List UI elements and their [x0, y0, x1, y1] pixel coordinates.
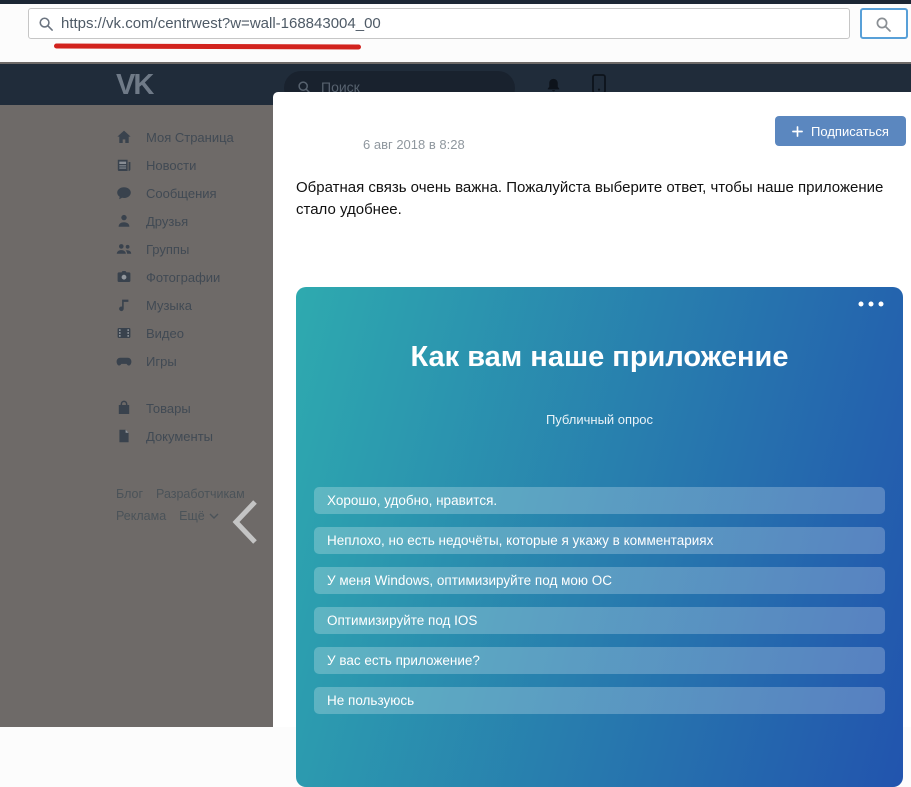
poll-title: Как вам наше приложение [296, 341, 903, 374]
sidebar-item-label: Игры [146, 354, 177, 369]
chevron-down-icon [209, 513, 219, 519]
sidebar-item[interactable]: Группы [116, 235, 276, 263]
news-icon [116, 157, 132, 173]
poll-option[interactable]: Оптимизируйте под IOS [314, 607, 885, 634]
subscribe-label: Подписаться [811, 124, 889, 139]
sidebar-item[interactable]: Сообщения [116, 179, 276, 207]
docs-icon [116, 428, 132, 444]
poll-card: Как вам наше приложение Публичный опрос … [296, 287, 903, 787]
post-date[interactable]: 6 авг 2018 в 8:28 [363, 137, 465, 152]
poll-option[interactable]: Неплохо, но есть недочёты, которые я ука… [314, 527, 885, 554]
friend-icon [116, 213, 132, 229]
sidebar-item-label: Новости [146, 158, 196, 173]
url-input[interactable] [61, 9, 841, 38]
sidebar-item[interactable]: Товары [116, 394, 276, 422]
market-icon [116, 400, 132, 416]
sidebar-footer-links: Блог Разработчикам Реклама Ещё [116, 487, 288, 523]
poll-option[interactable]: У вас есть приложение? [314, 647, 885, 674]
sidebar-nav: Моя Страница Новости Сообщения Друзья Гр… [116, 123, 276, 450]
camera-icon [116, 269, 132, 285]
home-icon [116, 129, 132, 145]
mobile-icon[interactable] [592, 74, 606, 94]
vk-logo[interactable]: VK [116, 69, 152, 102]
video-icon [116, 325, 132, 341]
music-icon [116, 297, 132, 313]
sidebar-item-label: Группы [146, 242, 189, 257]
sidebar-item[interactable]: Видео [116, 319, 276, 347]
browser-address-bar [0, 4, 911, 62]
poll-option[interactable]: Хорошо, удобно, нравится. [314, 487, 885, 514]
url-box [28, 8, 850, 39]
sidebar-item[interactable]: Игры [116, 347, 276, 375]
plus-icon [792, 126, 803, 137]
subscribe-button[interactable]: Подписаться [775, 116, 906, 146]
games-icon [116, 353, 132, 369]
poll-option[interactable]: У меня Windows, оптимизируйте под мою ОС [314, 567, 885, 594]
ellipsis-menu-icon[interactable] [858, 301, 884, 307]
sidebar-item-label: Товары [146, 401, 191, 416]
sidebar-item-label: Фотографии [146, 270, 220, 285]
sidebar-item[interactable]: Документы [116, 422, 276, 450]
post-modal: 6 авг 2018 в 8:28 Подписаться Обратная с… [273, 92, 911, 727]
post-text: Обратная связь очень важна. Пожалуйста в… [296, 177, 910, 220]
sidebar-item[interactable]: Фотографии [116, 263, 276, 291]
poll-option[interactable]: Не пользуюсь [314, 687, 885, 714]
footer-link-blog[interactable]: Блог [116, 487, 143, 501]
go-search-button[interactable] [860, 8, 908, 39]
sidebar-item-label: Друзья [146, 214, 188, 229]
poll-options: Хорошо, удобно, нравится. Неплохо, но ес… [314, 487, 885, 727]
sidebar-item[interactable]: Друзья [116, 207, 276, 235]
poll-subtitle: Публичный опрос [296, 412, 903, 427]
sidebar-item[interactable]: Новости [116, 151, 276, 179]
red-underline-annotation [54, 43, 361, 49]
footer-link-more[interactable]: Ещё [179, 509, 219, 523]
sidebar-item-label: Видео [146, 326, 184, 341]
footer-link-more-label: Ещё [179, 509, 205, 523]
search-icon [38, 16, 54, 32]
sidebar-item-label: Музыка [146, 298, 192, 313]
sidebar-item-label: Сообщения [146, 186, 217, 201]
search-icon [875, 16, 892, 33]
groups-icon [116, 241, 132, 257]
sidebar-item-label: Документы [146, 429, 213, 444]
sidebar-item[interactable]: Моя Страница [116, 123, 276, 151]
sidebar-item-label: Моя Страница [146, 130, 234, 145]
sidebar-item[interactable]: Музыка [116, 291, 276, 319]
footer-link-ads[interactable]: Реклама [116, 509, 166, 523]
messages-icon [116, 185, 132, 201]
chevron-left-icon[interactable] [231, 499, 259, 545]
